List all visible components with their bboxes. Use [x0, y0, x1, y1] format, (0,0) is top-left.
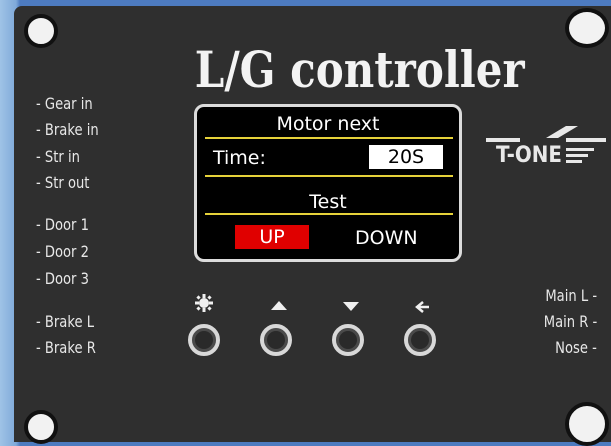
triangle-up-icon [271, 301, 287, 310]
mode-label: Test [309, 191, 347, 213]
lcd-screen: Motor next Time: 20S Test UP DOWN [194, 104, 462, 262]
time-value[interactable]: 20S [369, 145, 443, 169]
label-brake-r: - Brake R [36, 338, 96, 357]
triangle-down-icon [343, 302, 359, 311]
divider-line-mid [205, 175, 453, 177]
label-brake-in: - Brake in [36, 120, 99, 139]
label-door-1: - Door 1 [36, 215, 89, 234]
gear-icon [195, 294, 213, 312]
mount-hole-bottom-left [24, 410, 58, 444]
label-brake-l: - Brake L [36, 312, 95, 331]
settings-button[interactable] [188, 324, 220, 356]
label-str-out: - Str out [36, 173, 90, 192]
mount-hole-top-right [565, 8, 609, 48]
label-main-l: Main L - [545, 286, 597, 305]
arrow-left-icon [415, 301, 429, 313]
t-one-logo: T-ONE [486, 126, 606, 168]
panel-title: L/G controller [194, 40, 525, 99]
divider-line-top [205, 137, 453, 139]
label-door-2: - Door 2 [36, 242, 89, 261]
mount-hole-bottom-right [565, 402, 609, 446]
down-option[interactable]: DOWN [355, 227, 418, 249]
controller-panel: L/G controller - Gear in - Brake in - St… [14, 6, 611, 446]
label-door-3: - Door 3 [36, 269, 89, 288]
divider-line-bottom [205, 213, 453, 215]
label-main-r: Main R - [543, 312, 597, 331]
mount-hole-top-left [24, 14, 58, 48]
label-gear-in: - Gear in [36, 94, 93, 113]
label-str-in: - Str in [36, 147, 80, 166]
up-button[interactable] [260, 324, 292, 356]
label-nose: Nose - [555, 338, 597, 357]
logo-text: T-ONE [496, 143, 562, 168]
time-label: Time: [213, 147, 266, 169]
up-option[interactable]: UP [235, 225, 309, 249]
down-button[interactable] [332, 324, 364, 356]
screen-header: Motor next [276, 113, 380, 135]
back-button[interactable] [404, 324, 436, 356]
